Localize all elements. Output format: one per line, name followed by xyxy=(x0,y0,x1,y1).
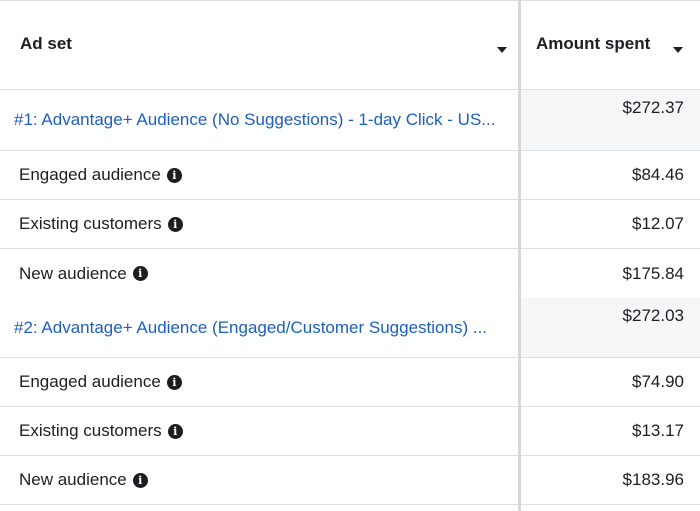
sort-dropdown-icon[interactable] xyxy=(673,47,683,53)
amount-spent-value: $74.90 xyxy=(632,372,684,391)
sort-dropdown-icon[interactable] xyxy=(497,47,507,53)
info-icon[interactable]: i xyxy=(132,472,148,488)
breakdown-label: Existing customers i xyxy=(19,407,183,455)
breakdown-label: Engaged audience i xyxy=(19,151,182,199)
ad-sets-table: Ad set Amount spent #1: Advantage+ Audie… xyxy=(0,0,700,511)
info-icon[interactable]: i xyxy=(166,167,182,183)
adset-link[interactable]: #2: Advantage+ Audience (Engaged/Custome… xyxy=(14,298,514,357)
amount-spent-value: $272.03 xyxy=(622,306,684,325)
adset-link[interactable]: #1: Advantage+ Audience (No Suggestions)… xyxy=(14,90,514,150)
table-row-breakdown: New audience i $183.96 xyxy=(0,456,700,505)
table-row-breakdown: Existing customers i $13.17 xyxy=(0,407,700,456)
table-row-breakdown: Engaged audience i $84.46 xyxy=(0,151,700,200)
amount-spent-value: $175.84 xyxy=(622,263,684,283)
column-header-ad-set[interactable]: Ad set xyxy=(20,1,500,91)
amount-spent-value: $13.17 xyxy=(632,421,684,440)
column-header-ad-set-label: Ad set xyxy=(20,34,72,53)
breakdown-name: New audience xyxy=(19,470,127,489)
breakdown-name: New audience xyxy=(19,263,127,283)
amount-spent-value: $272.37 xyxy=(622,98,684,117)
column-divider[interactable] xyxy=(518,0,521,511)
breakdown-name: Existing customers xyxy=(19,214,162,233)
table-row-breakdown: Existing customers i $12.07 xyxy=(0,200,700,249)
info-icon[interactable]: i xyxy=(167,423,183,439)
table-row-adset-2: #2: Advantage+ Audience (Engaged/Custome… xyxy=(0,298,700,358)
info-icon[interactable]: i xyxy=(167,216,183,232)
amount-spent-value: $84.46 xyxy=(632,165,684,184)
breakdown-label: New audience i xyxy=(19,249,148,298)
amount-spent-value: $12.07 xyxy=(632,214,684,233)
table-header: Ad set Amount spent xyxy=(0,0,700,90)
table-row-adset-1: #1: Advantage+ Audience (No Suggestions)… xyxy=(0,90,700,151)
table-row-breakdown: Engaged audience i $74.90 xyxy=(0,358,700,407)
breakdown-label: Engaged audience i xyxy=(19,358,182,406)
adset-name[interactable]: #1: Advantage+ Audience (No Suggestions)… xyxy=(14,110,495,130)
info-icon[interactable]: i xyxy=(166,374,182,390)
table-row-breakdown: New audience i $175.84 xyxy=(0,249,700,298)
column-header-amount-spent[interactable]: Amount spent xyxy=(536,1,696,91)
breakdown-label: Existing customers i xyxy=(19,200,183,248)
breakdown-name: Engaged audience xyxy=(19,165,161,184)
column-header-amount-spent-label: Amount spent xyxy=(536,34,651,53)
breakdown-name: Engaged audience xyxy=(19,372,161,391)
info-icon[interactable]: i xyxy=(132,266,148,281)
breakdown-label: New audience i xyxy=(19,456,148,504)
breakdown-name: Existing customers xyxy=(19,421,162,440)
amount-spent-value: $183.96 xyxy=(622,470,684,489)
adset-name[interactable]: #2: Advantage+ Audience (Engaged/Custome… xyxy=(14,318,487,338)
